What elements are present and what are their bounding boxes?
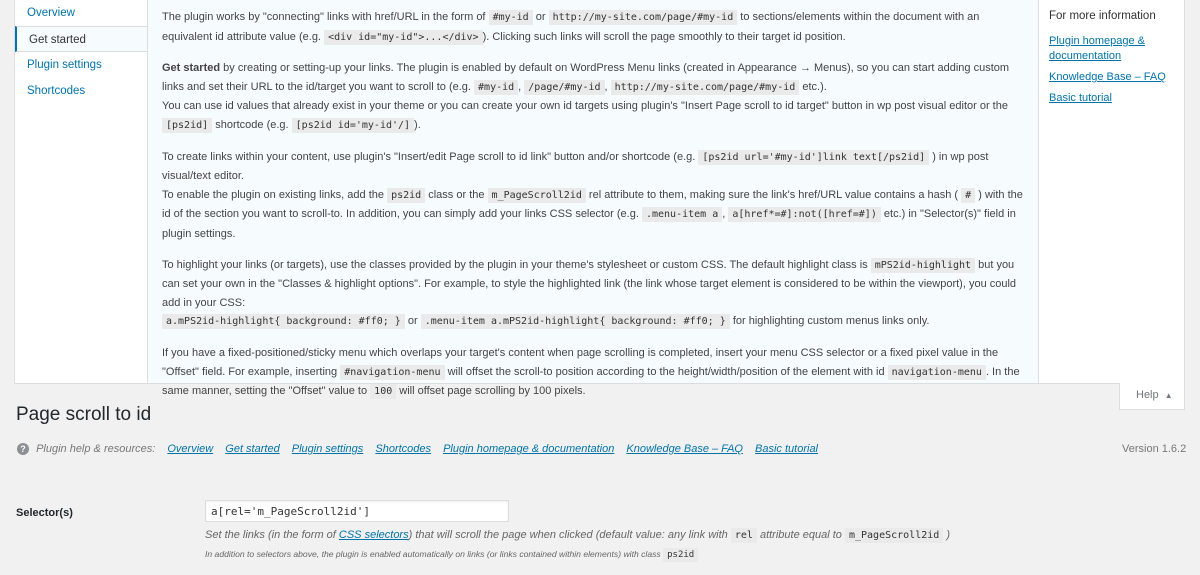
help-paragraph-highlight: To highlight your links (or targets), us… — [162, 257, 1017, 330]
resource-link-plugin-homepage[interactable]: Plugin homepage & documentation — [443, 443, 614, 455]
css-selectors-link[interactable]: CSS selectors — [339, 529, 409, 541]
resource-link-shortcodes[interactable]: Shortcodes — [375, 443, 431, 455]
resource-link-overview[interactable]: Overview — [167, 443, 213, 455]
selectors-description: Set the links (in the form of CSS select… — [205, 528, 951, 543]
help-circle-icon: ? — [17, 443, 29, 455]
version-label: Version 1.6.2 — [1122, 443, 1187, 455]
help-sidebar-heading: For more information — [1049, 10, 1156, 22]
resources-label: Plugin help & resources: — [36, 443, 156, 455]
selectors-input[interactable] — [205, 500, 509, 522]
help-paragraph-create-links: To create links within your content, use… — [162, 149, 1023, 240]
help-sidebar: For more information Plugin homepage & d… — [1039, 0, 1185, 122]
help-paragraph-get-started: Get started by creating or setting-up yo… — [162, 62, 1010, 133]
caret-up-icon: ▲ — [1164, 391, 1173, 400]
help-link-plugin-homepage[interactable]: Plugin homepage & documentation — [1049, 34, 1175, 64]
plugin-resources-bar: ? Plugin help & resources: Overview Get … — [17, 443, 818, 455]
contextual-help-panel: Overview Get started Plugin settings Sho… — [14, 0, 1185, 400]
help-tab-shortcodes[interactable]: Shortcodes — [15, 78, 147, 104]
help-paragraph-intro: The plugin works by "connecting" links w… — [162, 10, 980, 45]
help-tab-plugin-settings[interactable]: Plugin settings — [15, 52, 147, 78]
selectors-label: Selector(s) — [16, 507, 73, 519]
resource-link-basic-tutorial[interactable]: Basic tutorial — [755, 443, 818, 455]
resource-link-knowledge-base[interactable]: Knowledge Base – FAQ — [626, 443, 743, 455]
help-tab-get-started[interactable]: Get started — [15, 26, 148, 52]
resource-link-get-started[interactable]: Get started — [225, 443, 279, 455]
help-link-basic-tutorial[interactable]: Basic tutorial — [1049, 91, 1175, 106]
help-link-knowledge-base[interactable]: Knowledge Base – FAQ — [1049, 70, 1175, 85]
help-tab-overview[interactable]: Overview — [15, 0, 147, 26]
page-title: Page scroll to id — [16, 404, 152, 425]
help-tabs: Overview Get started Plugin settings Sho… — [15, 0, 148, 384]
selectors-note: In addition to selectors above, the plug… — [205, 548, 699, 562]
help-content: The plugin works by "connecting" links w… — [147, 0, 1039, 400]
resource-link-plugin-settings[interactable]: Plugin settings — [292, 443, 364, 455]
help-paragraph-offset: If you have a fixed-positioned/sticky me… — [162, 346, 1020, 400]
help-toggle-button[interactable]: Help ▲ — [1119, 383, 1185, 410]
